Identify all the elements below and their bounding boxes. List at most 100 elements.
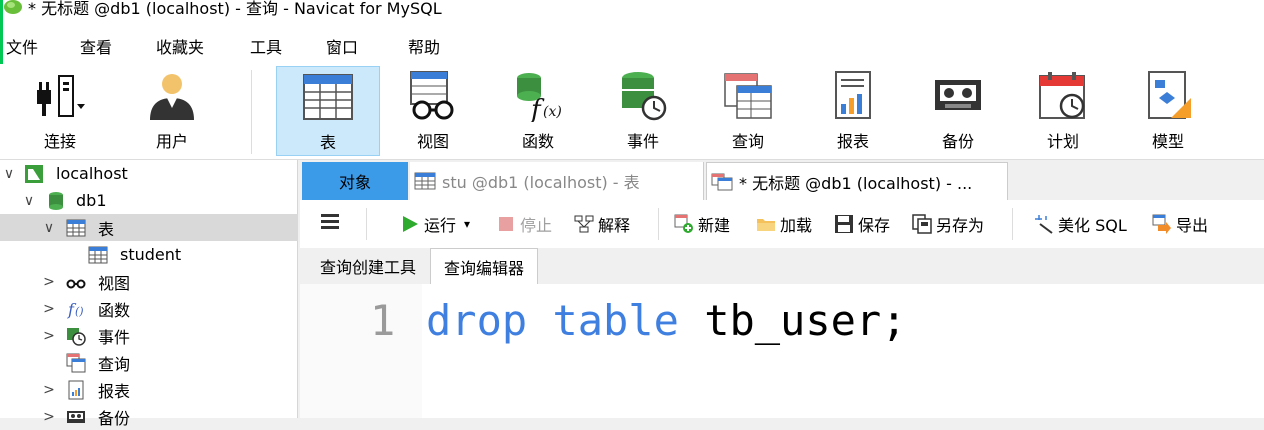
expand-chevron-icon[interactable]: >: [42, 301, 56, 317]
user-icon: [150, 74, 194, 120]
save-as-label: 另存为: [936, 216, 985, 235]
explain-button[interactable]: 解释: [574, 212, 630, 236]
save-label: 保存: [858, 216, 891, 235]
tree-item-reports[interactable]: > 报表: [0, 376, 298, 403]
tab-table-stu[interactable]: stu @db1 (localhost) - 表: [410, 162, 704, 200]
tree-label: 备份: [98, 408, 131, 428]
tree-item-events[interactable]: > 事件: [0, 322, 298, 349]
menu-favorites[interactable]: 收藏夹: [156, 34, 204, 58]
report-icon: [835, 71, 871, 119]
run-button[interactable]: 运行 ▾: [400, 212, 470, 236]
stop-button[interactable]: 停止: [496, 212, 552, 236]
export-icon: [1152, 214, 1171, 234]
schedule-button[interactable]: 计划: [1011, 66, 1115, 156]
stop-label: 停止: [520, 216, 553, 235]
function-icon: f (): [67, 300, 84, 319]
tab-query-builder[interactable]: 查询创建工具: [308, 248, 428, 284]
view-icon: [66, 279, 86, 288]
new-button[interactable]: 新建: [674, 212, 730, 236]
tree-label: 视图: [98, 273, 131, 293]
connect-button[interactable]: 连接: [8, 66, 112, 156]
expand-chevron-icon[interactable]: >: [42, 382, 56, 398]
table-button[interactable]: 表: [276, 66, 380, 156]
model-icon: [1148, 71, 1191, 119]
tree-label: 表: [98, 219, 115, 239]
document-tab-bar: 对象 stu @db1 (localhost) - 表 * 无标题 @db1 (…: [300, 160, 1264, 200]
collapse-chevron-icon[interactable]: ∨: [42, 220, 56, 236]
beautify-sql-button[interactable]: 美化 SQL: [1034, 212, 1127, 236]
function-button[interactable]: f (x) 函数: [486, 66, 590, 156]
server-icon: [25, 164, 43, 183]
function-label: 函数: [521, 132, 554, 151]
backup-label: 备份: [941, 132, 974, 151]
run-dropdown-icon[interactable]: ▾: [464, 217, 470, 231]
table-icon: [66, 219, 86, 236]
report-icon: [68, 380, 84, 399]
tree-label: 函数: [98, 300, 131, 320]
load-button[interactable]: 加载: [756, 212, 812, 236]
toolbar-divider: [1012, 208, 1013, 240]
sql-code-line[interactable]: drop table tb_user;: [426, 296, 906, 345]
tab-label: * 无标题 @db1 (localhost) - ...: [739, 173, 973, 193]
title-bar: * 无标题 @db1 (localhost) - 查询 - Navicat fo…: [0, 0, 1264, 22]
beautify-sql-label: 美化 SQL: [1058, 216, 1127, 235]
view-button[interactable]: 视图: [381, 66, 485, 156]
view-icon: [410, 71, 454, 120]
query-icon: [66, 353, 86, 372]
load-label: 加载: [780, 216, 813, 235]
navicat-app-icon: [4, 0, 22, 14]
table-icon: [88, 246, 108, 263]
tab-query-editor[interactable]: 查询编辑器: [430, 248, 538, 284]
backup-button[interactable]: 备份: [906, 66, 1010, 156]
tab-objects[interactable]: 对象: [302, 162, 408, 200]
save-as-button[interactable]: 另存为: [912, 212, 984, 236]
schedule-icon: [1039, 72, 1085, 119]
report-button[interactable]: 报表: [801, 66, 905, 156]
line-number: 1: [370, 296, 396, 345]
expand-chevron-icon[interactable]: >: [42, 409, 56, 425]
model-button[interactable]: 模型: [1116, 66, 1220, 156]
tree-item-queries[interactable]: 查询: [0, 349, 298, 376]
tree-item-functions[interactable]: > f () 函数: [0, 295, 298, 322]
menu-view[interactable]: 查看: [80, 34, 112, 58]
expand-chevron-icon[interactable]: >: [42, 328, 56, 344]
toolbar-divider: [251, 70, 252, 154]
tab-untitled-query[interactable]: * 无标题 @db1 (localhost) - ...: [706, 162, 1008, 200]
event-label: 事件: [626, 132, 659, 151]
tab-label: 查询创建工具: [319, 258, 416, 277]
menu-help[interactable]: 帮助: [408, 34, 440, 58]
function-icon: f (x): [517, 73, 562, 122]
user-button[interactable]: 用户: [120, 66, 224, 156]
menu-window[interactable]: 窗口: [326, 34, 358, 58]
menu-file[interactable]: 文件: [6, 34, 38, 58]
expand-chevron-icon[interactable]: >: [42, 274, 56, 290]
tree-item-tables[interactable]: ∨ 表: [0, 214, 298, 241]
query-button[interactable]: 查询: [696, 66, 800, 156]
collapse-chevron-icon[interactable]: ∨: [2, 166, 16, 182]
window-title: * 无标题 @db1 (localhost) - 查询 - Navicat fo…: [28, 0, 442, 18]
menu-hamburger-button[interactable]: [320, 211, 344, 231]
event-button[interactable]: 事件: [591, 66, 695, 156]
stop-icon: [499, 217, 513, 231]
event-icon: [67, 327, 86, 346]
tree-item-views[interactable]: > 视图: [0, 268, 298, 295]
tree-item-localhost[interactable]: ∨ localhost: [0, 160, 298, 187]
explain-icon: [574, 215, 594, 233]
tree-label: 查询: [98, 354, 131, 374]
tree-label: 报表: [98, 381, 131, 401]
sql-editor[interactable]: 1 drop table tb_user;: [300, 284, 1264, 418]
export-button[interactable]: 导出: [1152, 212, 1208, 236]
backup-icon: [67, 410, 85, 423]
save-button[interactable]: 保存: [834, 212, 890, 236]
tree-item-backups[interactable]: > 备份: [0, 403, 298, 430]
run-label: 运行: [424, 216, 457, 235]
tab-label: 对象: [338, 173, 371, 192]
report-label: 报表: [836, 132, 869, 151]
view-label: 视图: [416, 132, 449, 151]
backup-icon: [935, 80, 981, 110]
tree-label: db1: [76, 191, 107, 210]
menu-tools[interactable]: 工具: [250, 34, 282, 58]
collapse-chevron-icon[interactable]: ∨: [22, 193, 36, 209]
tree-item-db1[interactable]: ∨ db1: [0, 187, 298, 214]
tree-item-student[interactable]: student: [0, 241, 298, 268]
